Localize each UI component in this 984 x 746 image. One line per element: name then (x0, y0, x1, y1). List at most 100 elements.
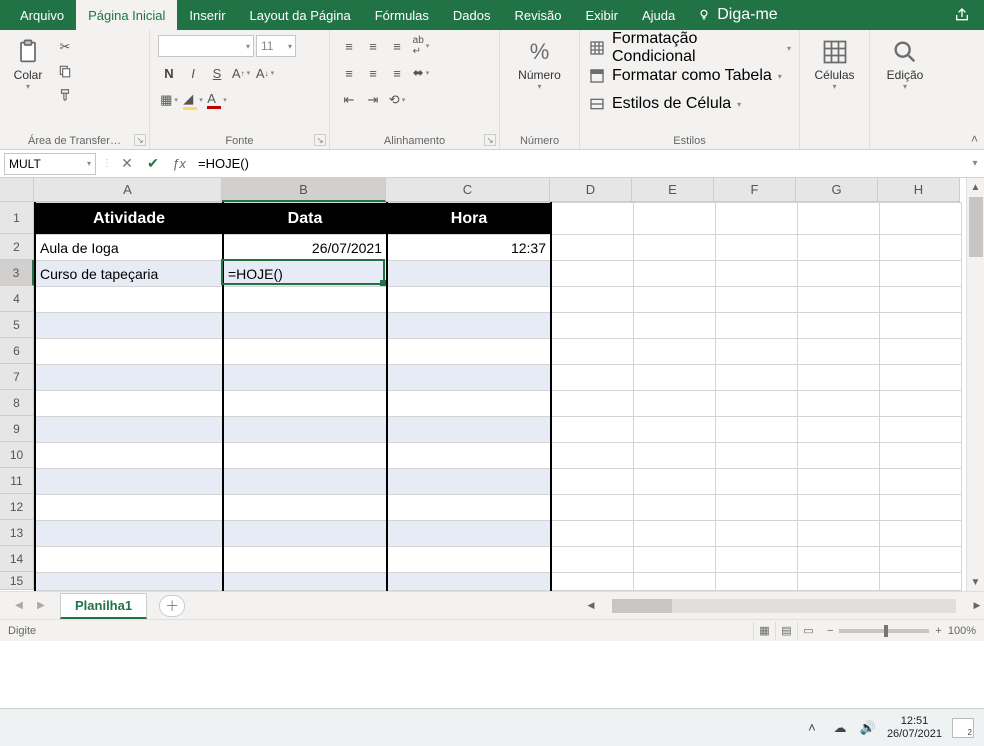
cell-E7[interactable] (633, 365, 715, 391)
cell-F3[interactable] (715, 261, 797, 287)
cell-A14[interactable] (35, 547, 223, 573)
cell-E2[interactable] (633, 235, 715, 261)
font-color-button[interactable]: A (206, 89, 228, 111)
border-button[interactable]: ▦ (158, 89, 180, 111)
cell-G12[interactable] (797, 495, 879, 521)
tray-notifications[interactable]: 2 (952, 718, 974, 738)
font-launcher[interactable]: ↘ (314, 134, 326, 146)
cell-F6[interactable] (715, 339, 797, 365)
cell-B13[interactable] (223, 521, 387, 547)
align-left-button[interactable]: ≡ (338, 62, 360, 84)
tab-insert[interactable]: Inserir (177, 0, 237, 30)
cell-A10[interactable] (35, 443, 223, 469)
expand-formula-bar-button[interactable]: ▾ (966, 158, 984, 169)
cell-C2[interactable]: 12:37 (387, 235, 551, 261)
scroll-left-button[interactable]: ◀ (584, 600, 598, 611)
cell-F5[interactable] (715, 313, 797, 339)
cell-H7[interactable] (879, 365, 961, 391)
row-header-14[interactable]: 14 (0, 546, 34, 572)
cell-E13[interactable] (633, 521, 715, 547)
alignment-launcher[interactable]: ↘ (484, 134, 496, 146)
tab-review[interactable]: Revisão (503, 0, 574, 30)
scroll-down-button[interactable]: ▼ (967, 573, 984, 591)
cell-B4[interactable] (223, 287, 387, 313)
cell-F1[interactable] (715, 203, 797, 235)
cell-E10[interactable] (633, 443, 715, 469)
cell-E8[interactable] (633, 391, 715, 417)
row-header-10[interactable]: 10 (0, 442, 34, 468)
cell-H5[interactable] (879, 313, 961, 339)
row-header-13[interactable]: 13 (0, 520, 34, 546)
cell-A3[interactable]: Curso de tapeçaria (35, 261, 223, 287)
cell-D11[interactable] (551, 469, 633, 495)
cell-G13[interactable] (797, 521, 879, 547)
align-top-button[interactable]: ≡ (338, 35, 360, 57)
insert-function-button[interactable]: ƒx (166, 156, 192, 171)
paste-button[interactable]: Colar ▾ (8, 34, 48, 93)
cell-F2[interactable] (715, 235, 797, 261)
column-header-B[interactable]: B (222, 178, 386, 202)
align-middle-button[interactable]: ≡ (362, 35, 384, 57)
tab-home[interactable]: Página Inicial (76, 0, 177, 30)
hscroll-thumb[interactable] (612, 599, 672, 613)
tab-formulas[interactable]: Fórmulas (363, 0, 441, 30)
tab-data[interactable]: Dados (441, 0, 503, 30)
cell-E4[interactable] (633, 287, 715, 313)
cell-F8[interactable] (715, 391, 797, 417)
row-header-12[interactable]: 12 (0, 494, 34, 520)
column-header-F[interactable]: F (714, 178, 796, 202)
column-header-E[interactable]: E (632, 178, 714, 202)
tray-onedrive[interactable]: ☁ (831, 719, 849, 737)
cell-C10[interactable] (387, 443, 551, 469)
sheet-tab-active[interactable]: Planilha1 (60, 593, 147, 619)
cell-D13[interactable] (551, 521, 633, 547)
cell-A2[interactable]: Aula de Ioga (35, 235, 223, 261)
sheet-nav-next[interactable]: ▶ (37, 600, 45, 611)
cell-E12[interactable] (633, 495, 715, 521)
cell-C8[interactable] (387, 391, 551, 417)
cell-G5[interactable] (797, 313, 879, 339)
cell-E6[interactable] (633, 339, 715, 365)
cell-C12[interactable] (387, 495, 551, 521)
cell-A9[interactable] (35, 417, 223, 443)
cell-D4[interactable] (551, 287, 633, 313)
cell-G9[interactable] (797, 417, 879, 443)
cell-F10[interactable] (715, 443, 797, 469)
tab-help[interactable]: Ajuda (630, 0, 687, 30)
number-format-button[interactable]: % Número ▾ (514, 34, 565, 93)
tab-page-layout[interactable]: Layout da Página (238, 0, 363, 30)
scroll-up-button[interactable]: ▲ (967, 178, 984, 196)
view-page-layout-button[interactable]: ▤ (775, 622, 797, 640)
cell-F14[interactable] (715, 547, 797, 573)
cell-B11[interactable] (223, 469, 387, 495)
cell-G14[interactable] (797, 547, 879, 573)
cell-A7[interactable] (35, 365, 223, 391)
cell-C9[interactable] (387, 417, 551, 443)
formula-input[interactable] (192, 156, 966, 171)
font-size-combo[interactable]: 11 (256, 35, 296, 57)
column-header-H[interactable]: H (878, 178, 960, 202)
cell-G7[interactable] (797, 365, 879, 391)
cell-F11[interactable] (715, 469, 797, 495)
cell-G6[interactable] (797, 339, 879, 365)
cell-C14[interactable] (387, 547, 551, 573)
cell-A12[interactable] (35, 495, 223, 521)
tray-volume[interactable]: 🔊 (859, 719, 877, 737)
cell-C6[interactable] (387, 339, 551, 365)
cell-G15[interactable] (797, 573, 879, 591)
zoom-out-button[interactable]: − (827, 625, 833, 637)
tray-chevron[interactable]: ˄ (803, 719, 821, 737)
cell-H9[interactable] (879, 417, 961, 443)
cell-F4[interactable] (715, 287, 797, 313)
cell-E9[interactable] (633, 417, 715, 443)
cell-D12[interactable] (551, 495, 633, 521)
cell-H4[interactable] (879, 287, 961, 313)
scroll-right-button[interactable]: ▶ (970, 600, 984, 611)
cell-F9[interactable] (715, 417, 797, 443)
row-header-2[interactable]: 2 (0, 234, 34, 260)
cell-D2[interactable] (551, 235, 633, 261)
cell-C11[interactable] (387, 469, 551, 495)
cell-D6[interactable] (551, 339, 633, 365)
cell-H10[interactable] (879, 443, 961, 469)
decrease-indent-button[interactable]: ⇤ (338, 89, 360, 111)
